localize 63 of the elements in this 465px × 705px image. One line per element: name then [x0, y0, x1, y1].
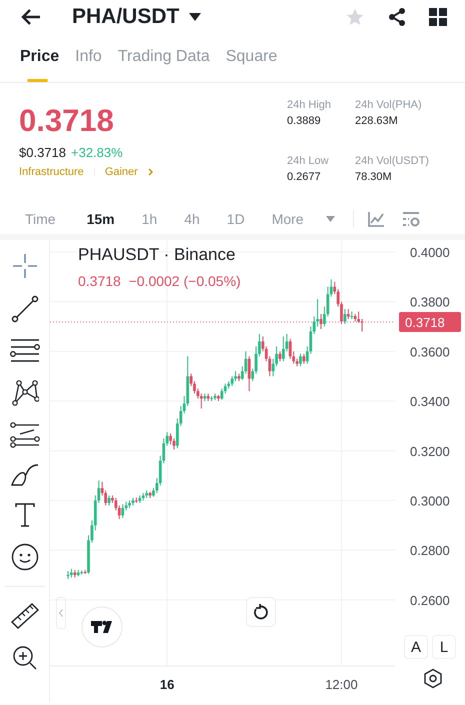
grid-icon[interactable]: [429, 8, 447, 26]
crosshair-icon[interactable]: [10, 252, 38, 280]
horizontal-lines-icon[interactable]: [10, 338, 40, 364]
fibonacci-icon[interactable]: [10, 422, 40, 448]
tag-link[interactable]: Gainer: [104, 166, 138, 178]
price-tag-label: 0.3718: [405, 315, 445, 330]
price-axis-label: 0.3600: [410, 344, 450, 360]
interval-tab[interactable]: Time: [25, 211, 56, 227]
time-axis-label: 16: [160, 677, 174, 692]
smiley-icon[interactable]: [10, 543, 38, 571]
pair-title[interactable]: PHA/USDT: [72, 5, 180, 29]
last-price: 0.3718: [19, 103, 115, 139]
price-axis-label: 0.2800: [410, 543, 450, 558]
tag-link[interactable]: Infrastructure: [19, 166, 84, 178]
time-axis-label: 12:00: [325, 677, 358, 692]
tab[interactable]: Square: [226, 48, 278, 82]
price-axis-label: 0.4000: [410, 244, 450, 260]
usd-price: $0.3718: [19, 145, 66, 160]
interval-tab[interactable]: 1D: [226, 211, 245, 227]
stat-value: 0.3889: [287, 115, 322, 127]
zoom-in-icon[interactable]: [12, 645, 38, 671]
interval-tab[interactable]: 1h: [142, 211, 158, 227]
chart-title: PHAUSDT · Binance: [78, 245, 236, 265]
stat-value: 0.2677: [287, 170, 322, 182]
stat-value: 78.30M: [355, 170, 393, 182]
star-icon[interactable]: [345, 7, 365, 27]
ohlc-readout: 0.3718 −0.0002 (−0.05%): [78, 273, 241, 289]
stat-value: 228.63M: [355, 115, 399, 127]
reset-icon[interactable]: [246, 597, 276, 627]
price-axis-label: 0.3400: [410, 394, 450, 410]
settings-icon[interactable]: [424, 668, 442, 688]
price-tag: [399, 312, 461, 332]
interval-tab[interactable]: 4h: [184, 211, 200, 227]
chevron-icon[interactable]: [148, 168, 153, 176]
stat-label: 24h Vol(USDT): [355, 154, 430, 166]
stat-label: 24h Vol(PHA): [355, 99, 423, 111]
settings-sliders-icon[interactable]: [402, 211, 420, 227]
text-tool-icon[interactable]: [14, 502, 36, 528]
trend-line-icon[interactable]: [10, 295, 38, 323]
price-change: +32.83%: [71, 145, 123, 160]
ruler-icon[interactable]: [10, 602, 40, 630]
brush-icon[interactable]: [10, 463, 40, 487]
collapse-handle[interactable]: [56, 597, 66, 629]
tab[interactable]: Price: [20, 48, 60, 82]
chart-icon[interactable]: [368, 212, 384, 226]
stat-label: 24h High: [287, 99, 332, 111]
price-axis-label: 0.2600: [410, 592, 450, 608]
caret-icon: [326, 216, 335, 222]
share-icon[interactable]: [387, 7, 407, 27]
back-arrow-icon[interactable]: [20, 8, 42, 26]
scale-button[interactable]: L: [432, 635, 456, 659]
interval-tab[interactable]: 15m: [86, 211, 115, 227]
price-axis-label: 0.3000: [410, 493, 450, 508]
logo-icon[interactable]: [81, 606, 123, 648]
more-dropdown[interactable]: More: [272, 211, 335, 227]
price-axis-label: 0.3200: [410, 444, 450, 459]
stat-label: 24h Low: [287, 154, 330, 166]
tab[interactable]: Trading Data: [118, 48, 210, 82]
scale-button[interactable]: A: [404, 635, 428, 659]
caret-icon[interactable]: [189, 13, 202, 21]
pattern-icon[interactable]: [10, 379, 38, 407]
tab[interactable]: Info: [75, 48, 102, 82]
price-axis-label: 0.3800: [410, 294, 450, 310]
